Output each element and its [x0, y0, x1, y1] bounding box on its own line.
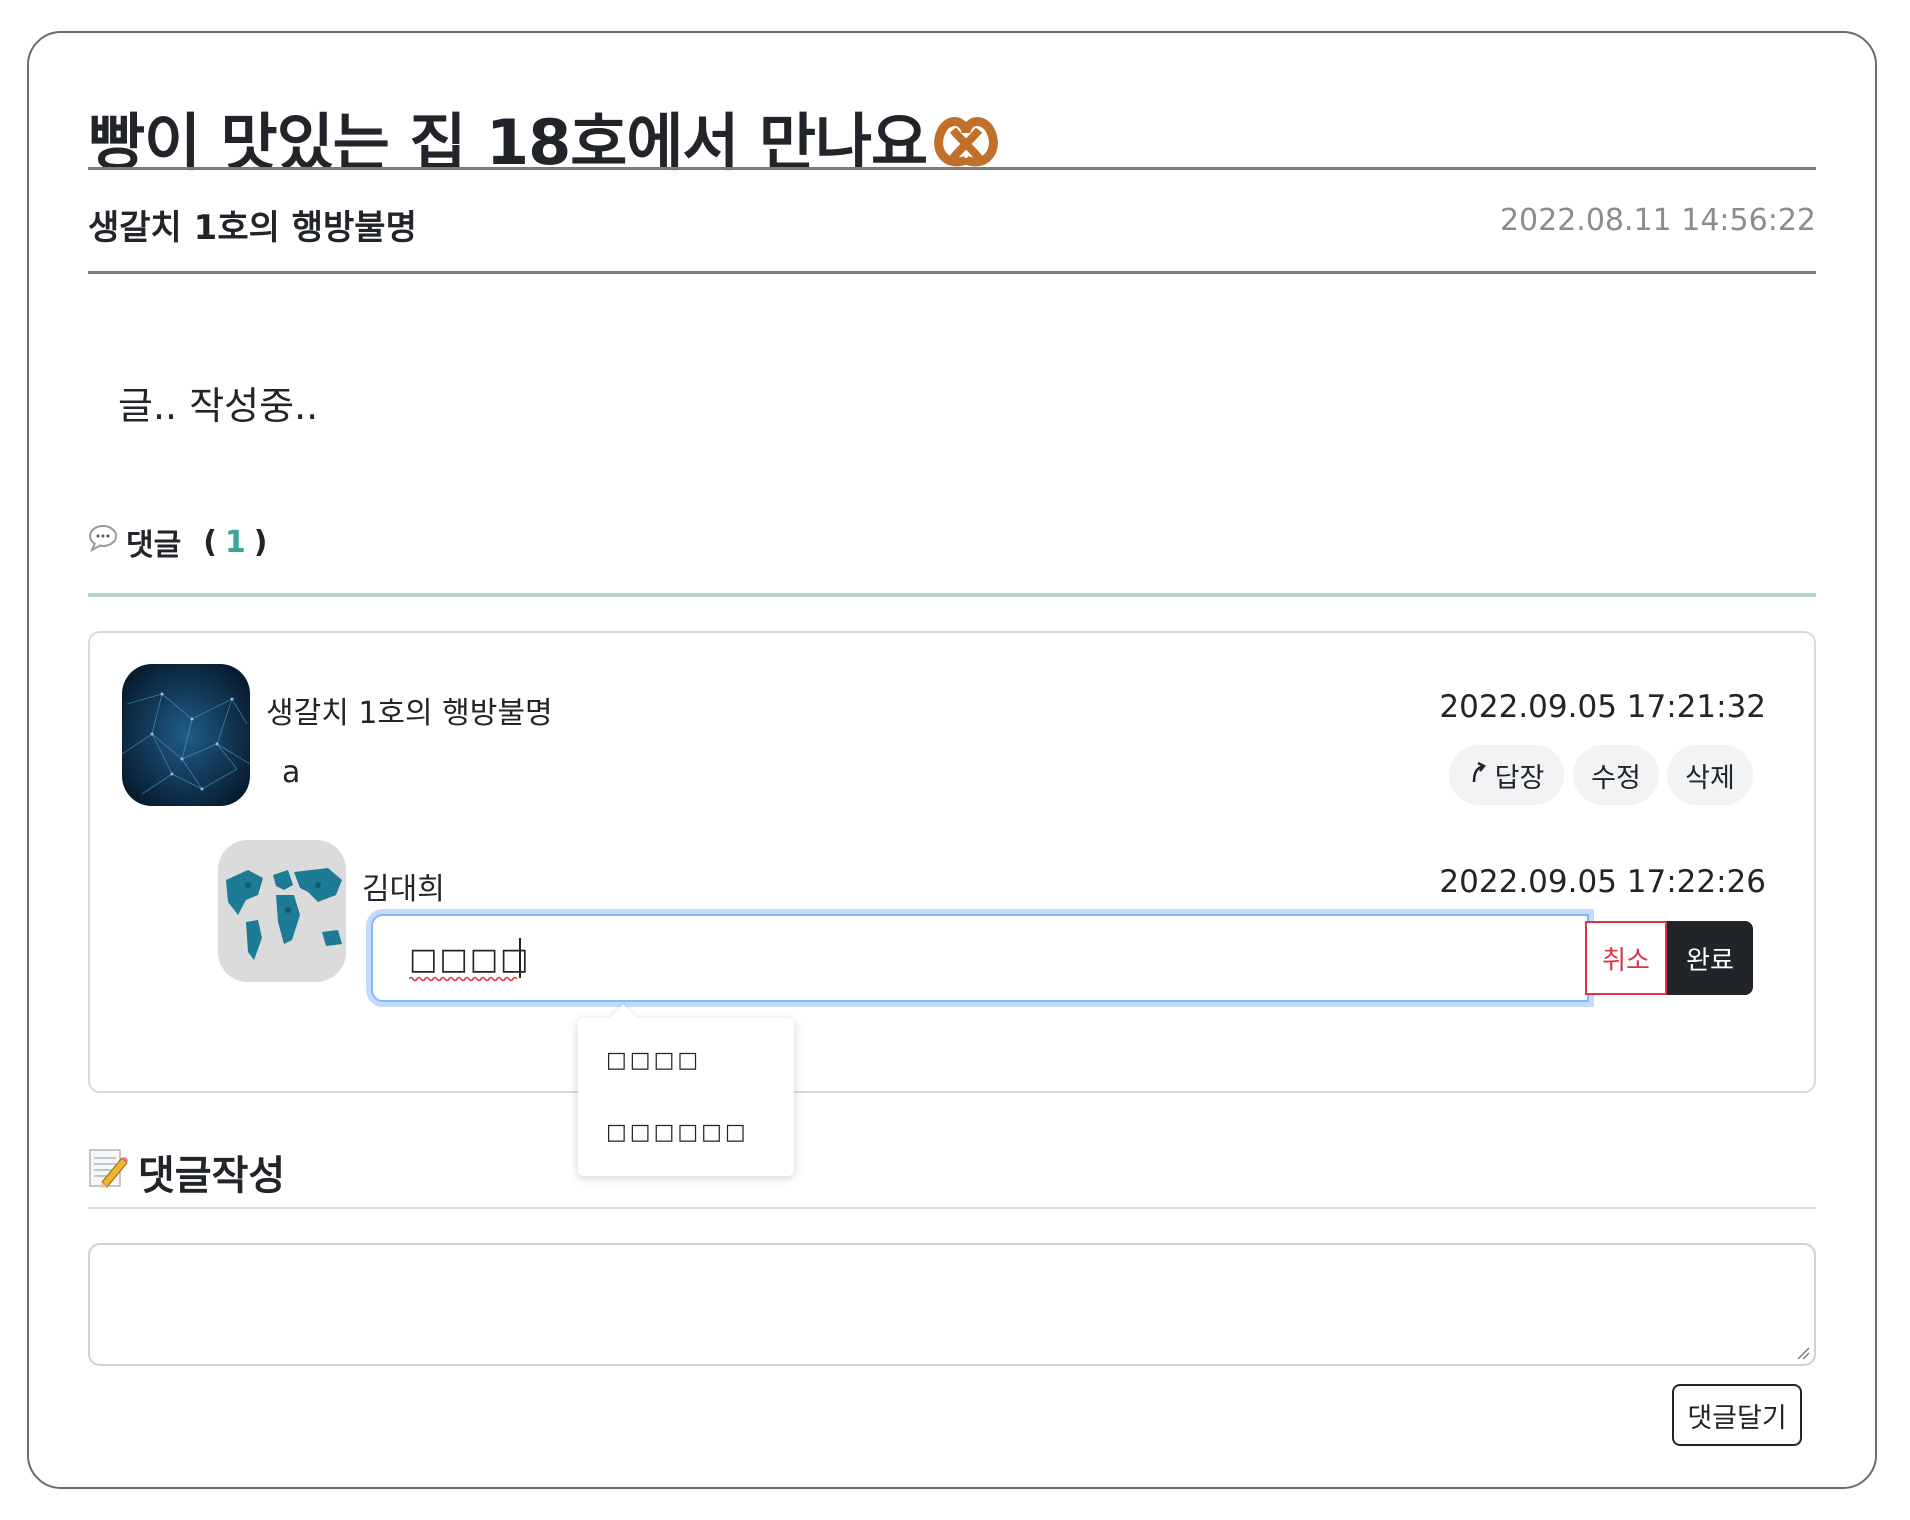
- suggestion-item[interactable]: □□□□: [606, 1048, 701, 1073]
- meta-divider: [88, 271, 1816, 274]
- spelling-suggestions-popup: □□□□ □□□□□□: [578, 1018, 794, 1176]
- comment-textarea[interactable]: [88, 1243, 1816, 1366]
- post-date: 2022.08.11 14:56:22: [1499, 203, 1816, 238]
- cancel-label: 취소: [1602, 945, 1650, 976]
- comments-header: 댓글 ( 1 ): [88, 520, 268, 564]
- speech-bubble-icon: [88, 524, 118, 560]
- delete-button[interactable]: 삭제: [1667, 745, 1753, 805]
- delete-label: 삭제: [1685, 762, 1735, 794]
- comments-divider: [88, 593, 1816, 597]
- reply-button[interactable]: 답장: [1449, 745, 1564, 805]
- cancel-button[interactable]: 취소: [1585, 921, 1667, 995]
- pretzel-icon: [931, 110, 1001, 170]
- submit-comment-label: 댓글달기: [1687, 1402, 1787, 1434]
- post-body: 글.. 작성중..: [118, 384, 319, 428]
- comment-text: a: [282, 755, 301, 790]
- reply-label: 답장: [1494, 762, 1545, 794]
- reply-edit-input[interactable]: □□□□: [371, 914, 1589, 1002]
- comment-author: 생갈치 1호의 행방불명: [266, 696, 553, 731]
- comments-count: 1: [224, 524, 246, 560]
- edit-label: 수정: [1591, 762, 1641, 794]
- text-caret: [519, 938, 521, 978]
- write-divider: [88, 1207, 1816, 1209]
- memo-icon: [88, 1146, 128, 1198]
- write-comment-heading: 댓글작성: [138, 1153, 286, 1199]
- title-divider: [88, 167, 1816, 170]
- edit-button[interactable]: 수정: [1573, 745, 1659, 805]
- reply-arrow-icon: [1469, 760, 1489, 791]
- reply-edit-value: □□□□: [409, 942, 531, 977]
- spellcheck-underline: [409, 976, 518, 982]
- write-comment-header: 댓글작성: [88, 1143, 285, 1201]
- count-open-paren: (: [203, 524, 217, 560]
- count-close-paren: ): [253, 524, 268, 560]
- comment-date: 2022.09.05 17:21:32: [1439, 689, 1766, 725]
- suggestion-item[interactable]: □□□□□□: [606, 1120, 749, 1145]
- resize-handle-icon[interactable]: [1796, 1346, 1810, 1360]
- reply-date: 2022.09.05 17:22:26: [1439, 864, 1766, 900]
- submit-comment-button[interactable]: 댓글달기: [1672, 1384, 1802, 1446]
- avatar: [122, 664, 250, 806]
- post-author: 생갈치 1호의 행방불명: [88, 208, 417, 248]
- done-label: 완료: [1686, 945, 1734, 976]
- reply-author: 김대희: [362, 872, 445, 907]
- comments-label: 댓글: [126, 528, 182, 563]
- reply-avatar: [218, 840, 346, 982]
- done-button[interactable]: 완료: [1667, 921, 1753, 995]
